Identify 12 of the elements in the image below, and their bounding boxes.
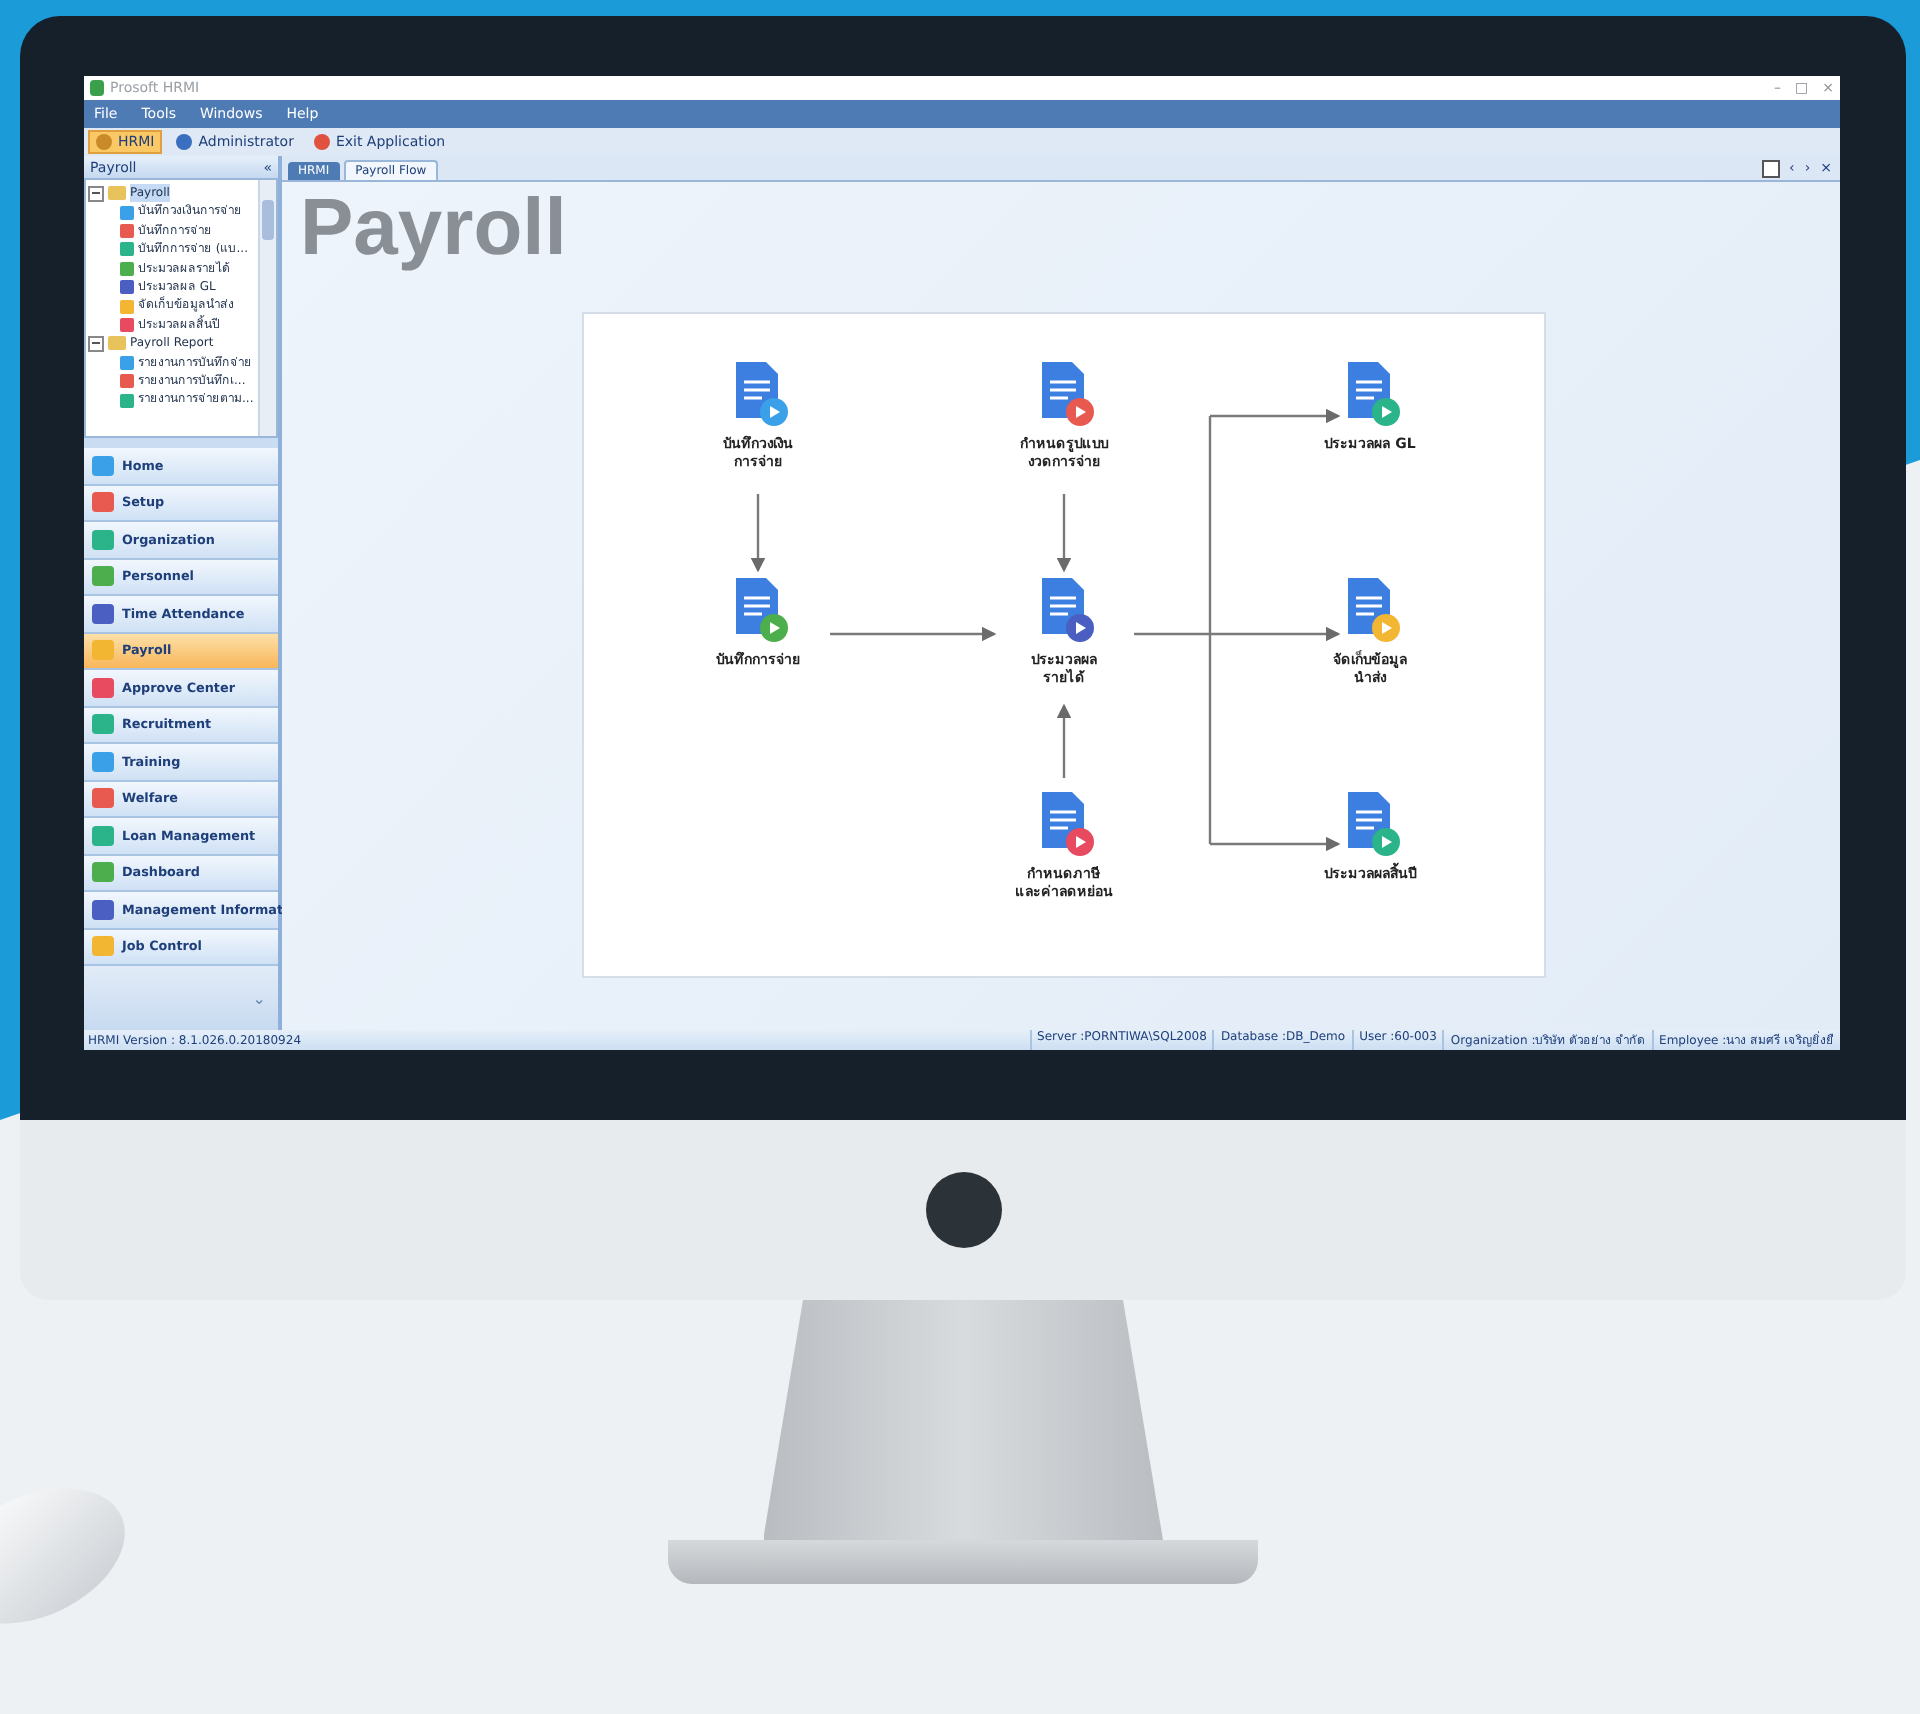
- page-heading: Payroll: [300, 188, 567, 268]
- arrow: [1056, 703, 1072, 778]
- folder-icon: [108, 336, 126, 351]
- arrow: [1210, 836, 1341, 852]
- arrow: [1056, 494, 1072, 573]
- arrow: [750, 494, 766, 573]
- expander-icon[interactable]: [88, 185, 104, 202]
- arrow: [1210, 408, 1341, 424]
- expander-icon[interactable]: [88, 335, 104, 352]
- app-icon: [90, 80, 104, 96]
- scrollbar[interactable]: [258, 180, 276, 436]
- folder-icon: [108, 186, 126, 201]
